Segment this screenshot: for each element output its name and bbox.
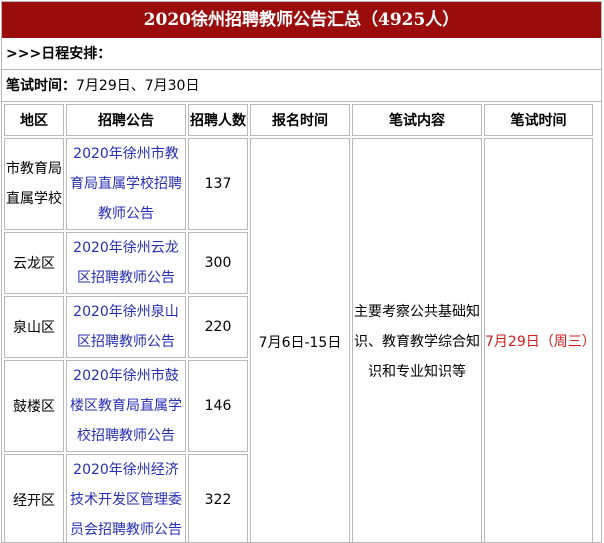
header-exam-content: 笔试内容 xyxy=(352,104,482,136)
registration-time-cell: 7月6日-15日 xyxy=(250,138,350,542)
table-row: 市教育局直属学校 2020年徐州市教育局直属学校招聘教师公告 137 7月6日-… xyxy=(4,138,596,542)
schedule-heading: >>>日程安排： xyxy=(2,38,601,70)
region-cell: 市教育局直属学校 xyxy=(4,138,64,230)
header-count: 招聘人数 xyxy=(188,104,248,136)
region-cell: 鼓楼区 xyxy=(4,360,64,452)
header-notice: 招聘公告 xyxy=(66,104,186,136)
exam-content-cell: 主要考察公共基础知识、教育教学综合知识和专业知识等 xyxy=(352,138,482,542)
exam-time-value: 7月29日、7月30日 xyxy=(76,78,200,94)
notice-link[interactable]: 2020年徐州市教育局直属学校招聘教师公告 xyxy=(66,138,186,230)
table-header-row: 地区 招聘公告 招聘人数 报名时间 笔试内容 笔试时间 xyxy=(4,104,593,136)
header-registration-time: 报名时间 xyxy=(250,104,350,136)
region-cell: 经开区 xyxy=(4,454,64,542)
notice-link[interactable]: 2020年徐州泉山区招聘教师公告 xyxy=(66,296,186,358)
region-cell: 云龙区 xyxy=(4,232,64,294)
notice-link[interactable]: 2020年徐州经济技术开发区管理委员会招聘教师公告 xyxy=(66,454,186,542)
recruitment-table: 地区 招聘公告 招聘人数 报名时间 笔试内容 笔试时间 市教育局直属学校 202… xyxy=(2,102,596,542)
count-cell: 146 xyxy=(188,360,248,452)
notice-frame: 2020徐州招聘教师公告汇总（4925人） >>>日程安排： 笔试时间：7月29… xyxy=(1,1,602,543)
count-cell: 137 xyxy=(188,138,248,230)
header-exam-date: 笔试时间 xyxy=(484,104,593,136)
count-cell: 322 xyxy=(188,454,248,542)
count-cell: 220 xyxy=(188,296,248,358)
exam-time-label: 笔试时间： xyxy=(6,78,76,94)
region-cell: 泉山区 xyxy=(4,296,64,358)
header-region: 地区 xyxy=(4,104,64,136)
page-title: 2020徐州招聘教师公告汇总（4925人） xyxy=(2,2,601,38)
exam-time-line: 笔试时间：7月29日、7月30日 xyxy=(2,70,601,102)
notice-link[interactable]: 2020年徐州云龙区招聘教师公告 xyxy=(66,232,186,294)
exam-date-cell: 7月29日（周三） xyxy=(484,138,596,542)
notice-link[interactable]: 2020年徐州市鼓楼区教育局直属学校招聘教师公告 xyxy=(66,360,186,452)
count-cell: 300 xyxy=(188,232,248,294)
